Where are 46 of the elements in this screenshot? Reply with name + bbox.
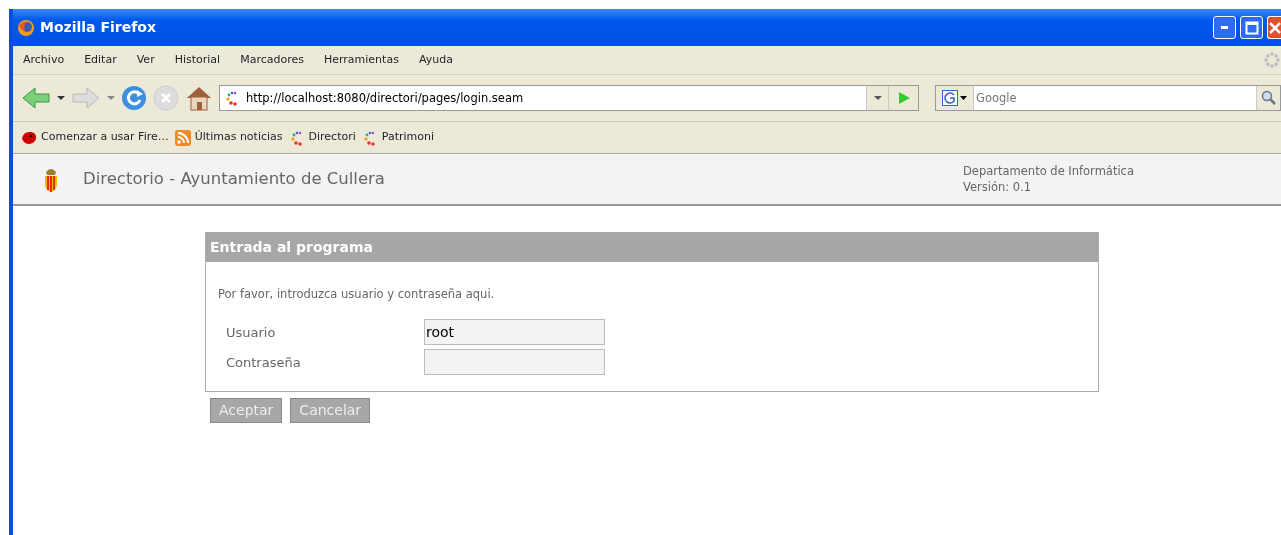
search-button[interactable]	[1256, 86, 1280, 110]
instruction-text: Por favor, introduzca usuario y contraseña aqui.	[218, 286, 496, 303]
maximize-icon	[1244, 20, 1259, 35]
search-engine-button[interactable]	[936, 86, 974, 110]
input-field[interactable]	[424, 349, 605, 376]
bookmark-link[interactable]: Directori	[308, 129, 356, 146]
rss-icon	[174, 129, 191, 146]
dropdown-icon	[960, 95, 967, 101]
crest-icon	[43, 166, 59, 192]
dropdown-icon	[873, 95, 882, 101]
menu-item[interactable]: Herramientas	[323, 51, 399, 69]
panel-title: Entrada al programa	[206, 233, 1098, 262]
minimize-icon	[1221, 26, 1228, 29]
search-icon	[1260, 90, 1277, 106]
minimize-button[interactable]	[1213, 16, 1236, 39]
address-bar[interactable]: http://localhost:8080/directori/pages/login.seam	[219, 85, 919, 111]
field-label: Usuario	[226, 323, 277, 342]
menu-item[interactable]: Ayuda	[418, 51, 453, 69]
input-field[interactable]: root	[424, 319, 605, 346]
play-icon	[896, 91, 911, 105]
throbber-icon	[1263, 51, 1281, 69]
maximize-button[interactable]	[1240, 16, 1263, 39]
menu-item[interactable]: Historial	[174, 51, 221, 69]
search-bar[interactable]: Google	[935, 85, 1281, 111]
menu-item[interactable]: Ver	[136, 51, 155, 69]
back-icon[interactable]	[21, 86, 51, 110]
dropdown-icon[interactable]	[57, 95, 65, 101]
bookmark-link[interactable]: Últimas noticias	[194, 129, 283, 146]
bookmark-item[interactable]: Últimas noticias	[174, 129, 283, 146]
letter-g-icon	[942, 90, 958, 106]
bookmark-item[interactable]: Directori	[288, 129, 356, 146]
menu-item[interactable]: Editar	[84, 51, 117, 69]
close-icon	[1268, 20, 1281, 35]
home-icon[interactable]	[185, 85, 213, 111]
close-button[interactable]	[1267, 16, 1281, 39]
menu-item[interactable]: Marcadores	[240, 51, 304, 69]
menu-item[interactable]: Archivo	[23, 51, 65, 69]
dropdown-button[interactable]	[866, 86, 888, 110]
department-label: Departamento de Informática	[963, 162, 1135, 179]
bookmark-link[interactable]: Patrimoni	[381, 129, 435, 146]
window-title: Mozilla Firefox	[40, 18, 156, 37]
bookmark-item[interactable]: Patrimoni	[361, 129, 435, 146]
field-label: Contraseña	[226, 353, 302, 372]
reload-icon[interactable]	[121, 85, 147, 111]
page-title: Directorio - Ayuntamiento de Cullera	[83, 167, 386, 190]
version-label: Versión: 0.1	[963, 179, 1033, 196]
